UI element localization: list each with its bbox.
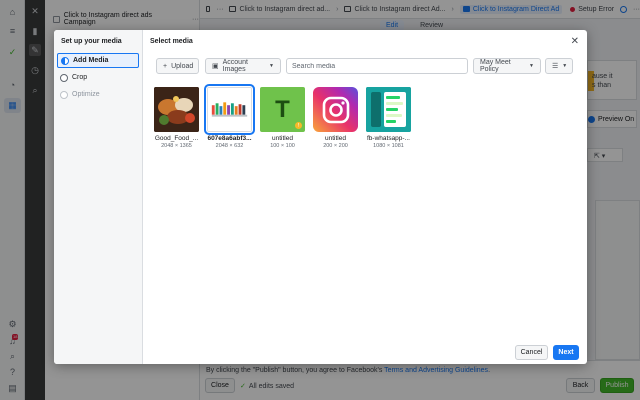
- cancel-button[interactable]: Cancel: [515, 345, 548, 360]
- letter-thumbnail: T !: [260, 87, 305, 132]
- progress-icon: [61, 56, 69, 65]
- media-name: untitled: [272, 135, 293, 142]
- thumbnail-letter: T: [275, 95, 290, 123]
- media-tile[interactable]: Good_Food_... 2048 × 1365: [153, 87, 200, 149]
- banner-thumbnail: [204, 84, 255, 135]
- media-name: Good_Food_...: [154, 135, 199, 142]
- close-icon[interactable]: ✕: [571, 37, 579, 47]
- food-thumbnail: [154, 87, 199, 132]
- step-optimize: Optimize: [57, 87, 139, 102]
- media-dialog: Set up your media Add Media Crop Optimiz…: [54, 30, 587, 364]
- media-tile[interactable]: fb-whatsapp-... 1080 × 1081: [365, 87, 412, 149]
- plus-icon: +: [163, 62, 168, 70]
- select-media-panel: Select media ✕ + Upload ▣ Account Images…: [143, 30, 587, 364]
- media-name: untitled: [325, 135, 346, 142]
- media-grid: Good_Food_... 2048 × 1365 607e8a6abf3...…: [153, 84, 412, 149]
- filter-dropdown[interactable]: ☰ ▼: [545, 58, 573, 74]
- instagram-icon: [322, 96, 349, 123]
- whatsapp-thumbnail: [366, 87, 411, 132]
- step-circle-icon: [60, 73, 68, 82]
- chevron-down-icon: ▼: [269, 63, 274, 69]
- media-name: 607e8a6abf3...: [207, 135, 252, 142]
- search-input[interactable]: [286, 58, 468, 74]
- upload-button[interactable]: + Upload: [156, 58, 199, 74]
- chevron-down-icon: ▼: [562, 63, 568, 69]
- media-name: fb-whatsapp-...: [367, 135, 410, 142]
- media-dimensions: 1080 × 1081: [373, 143, 404, 149]
- media-dimensions: 100 × 100: [270, 143, 295, 149]
- media-dimensions: 2048 × 632: [215, 143, 244, 149]
- filter-icon: ☰: [552, 63, 559, 70]
- instagram-logo-thumbnail: [313, 87, 358, 132]
- step-circle-icon: [60, 90, 68, 99]
- policy-filter-dropdown[interactable]: May Meet Policy ▼: [473, 58, 541, 74]
- media-tile[interactable]: T ! untitled 100 × 100: [259, 87, 306, 149]
- sidebar-title: Set up your media: [61, 38, 122, 45]
- step-crop[interactable]: Crop: [57, 70, 139, 85]
- warning-icon: !: [295, 122, 302, 129]
- dialog-title: Select media: [150, 38, 193, 45]
- media-dimensions: 2048 × 1365: [161, 143, 192, 149]
- next-button[interactable]: Next: [553, 345, 579, 360]
- media-tile[interactable]: untitled 200 × 200: [312, 87, 359, 149]
- media-tile[interactable]: 607e8a6abf3... 2048 × 632: [204, 84, 255, 149]
- media-setup-steps: Set up your media Add Media Crop Optimiz…: [54, 30, 143, 364]
- step-add-media[interactable]: Add Media: [57, 53, 139, 68]
- account-images-dropdown[interactable]: ▣ Account Images ▼: [205, 58, 281, 74]
- chevron-down-icon: ▼: [529, 63, 534, 69]
- media-dimensions: 200 × 200: [323, 143, 348, 149]
- image-icon: ▣: [212, 63, 219, 70]
